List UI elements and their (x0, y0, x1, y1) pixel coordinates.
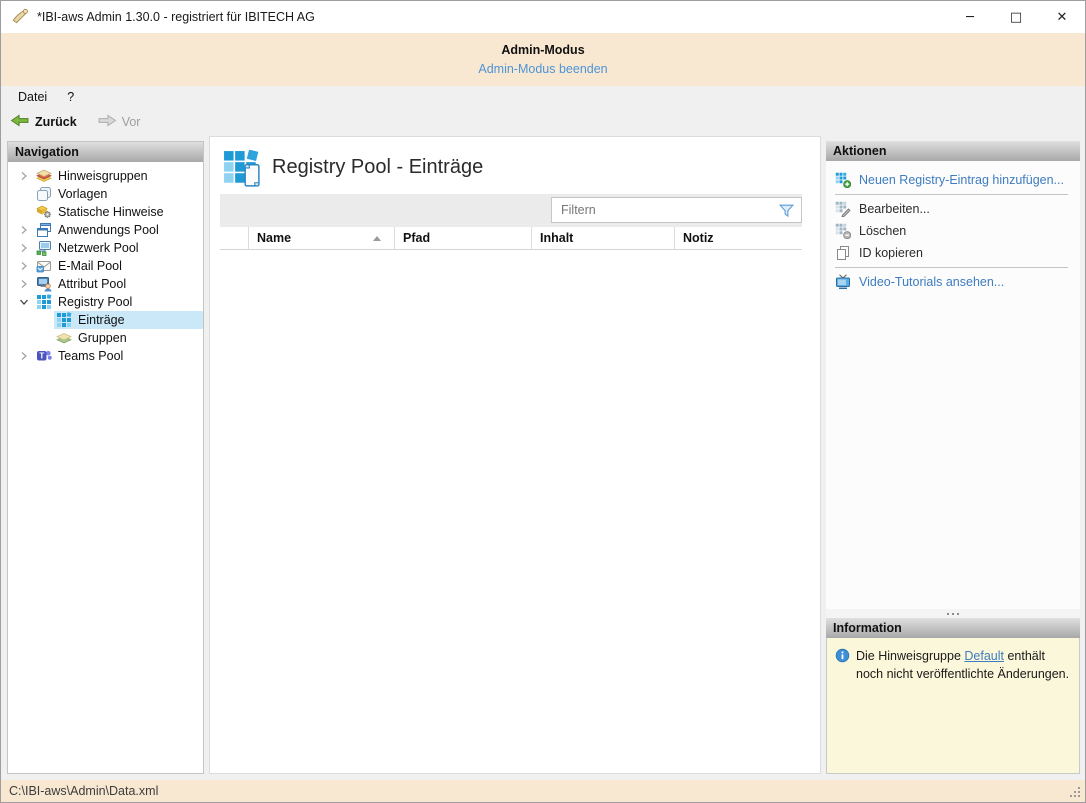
nav-item-hinweisgruppen[interactable]: Hinweisgruppen (8, 167, 203, 185)
maximize-button[interactable]: □ (993, 1, 1039, 33)
table-corner-cell (220, 227, 248, 249)
nav-item-registry-pool[interactable]: Registry Pool (8, 293, 203, 311)
actions-list: Neuen Registry-Eintrag hinzufügen... Bea… (826, 161, 1080, 609)
back-button[interactable]: Zurück (6, 111, 81, 133)
email-pool-icon (36, 258, 52, 274)
filter-input[interactable] (552, 203, 778, 217)
chevron-right-icon[interactable] (16, 348, 34, 364)
info-icon (835, 648, 850, 663)
nav-item-attribut-pool[interactable]: Attribut Pool (8, 275, 203, 293)
video-tutorials-icon (835, 274, 851, 290)
actions-separator (835, 267, 1068, 268)
forward-button-label: Vor (122, 115, 141, 129)
navigation-panel: Navigation Hinweisgruppen Vorlagen Stati… (7, 141, 204, 774)
window-title: *IBI-aws Admin 1.30.0 - registriert für … (37, 10, 315, 24)
registry-add-icon (835, 172, 851, 188)
admin-mode-banner: Admin-Modus Admin-Modus beenden (1, 33, 1085, 86)
nav-item-gruppen[interactable]: Gruppen (8, 329, 203, 347)
minimize-button[interactable]: ─ (947, 1, 993, 33)
nav-item-teams-pool[interactable]: T Teams Pool (8, 347, 203, 365)
right-panel: Aktionen Neuen Registry-Eintrag hinzufüg… (826, 141, 1080, 774)
chevron-right-icon[interactable] (16, 258, 34, 274)
aktionen-header: Aktionen (826, 141, 1080, 161)
information-message: Die Hinweisgruppe Default enthält noch n… (856, 647, 1071, 683)
menu-help[interactable]: ? (57, 87, 84, 107)
nav-item-vorlagen[interactable]: Vorlagen (8, 185, 203, 203)
table-body-empty (220, 250, 802, 773)
titlebar: *IBI-aws Admin 1.30.0 - registriert für … (1, 1, 1085, 33)
static-notices-icon (36, 204, 52, 220)
chevron-right-icon[interactable] (16, 240, 34, 256)
statusbar: C:\IBI-aws\Admin\Data.xml (1, 780, 1085, 802)
groups-icon (56, 330, 72, 346)
templates-icon (36, 186, 52, 202)
admin-mode-title: Admin-Modus (1, 43, 1085, 57)
chevron-down-icon[interactable] (16, 294, 34, 310)
registry-delete-icon (835, 223, 851, 239)
forward-button[interactable]: Vor (93, 111, 145, 133)
teams-pool-icon: T (36, 348, 52, 364)
action-video-tutorials[interactable]: Video-Tutorials ansehen... (826, 271, 1080, 293)
menubar: Datei ? (1, 86, 1085, 108)
column-header-pfad[interactable]: Pfad (394, 227, 531, 249)
forward-arrow-icon (97, 113, 117, 131)
sort-asc-icon (373, 236, 381, 241)
admin-mode-exit-link[interactable]: Admin-Modus beenden (478, 62, 607, 76)
page-title: Registry Pool - Einträge (272, 150, 483, 179)
nav-item-netzwerk-pool[interactable]: Netzwerk Pool (8, 239, 203, 257)
column-header-name[interactable]: Name (248, 227, 394, 249)
action-loeschen[interactable]: Löschen (826, 220, 1080, 242)
action-id-kopieren[interactable]: ID kopieren (826, 242, 1080, 264)
back-arrow-icon (10, 113, 30, 131)
svg-text:T: T (39, 351, 44, 360)
statusbar-file-path: C:\IBI-aws\Admin\Data.xml (9, 784, 158, 798)
main-title-row: Registry Pool - Einträge (210, 137, 820, 189)
action-add-registry-entry[interactable]: Neuen Registry-Eintrag hinzufügen... (826, 169, 1080, 191)
navigation-tree: Hinweisgruppen Vorlagen Statische Hinwei… (8, 162, 203, 365)
column-header-notiz[interactable]: Notiz (674, 227, 802, 249)
close-button[interactable]: ✕ (1039, 1, 1085, 33)
filter-strip (220, 194, 802, 227)
information-panel: Die Hinweisgruppe Default enthält noch n… (826, 638, 1080, 774)
action-bearbeiten[interactable]: Bearbeiten... (826, 198, 1080, 220)
main-panel: Registry Pool - Einträge Name Pfad Inhal… (209, 136, 821, 774)
menu-datei[interactable]: Datei (8, 87, 57, 107)
filter-box (551, 197, 802, 223)
navigation-header: Navigation (8, 142, 203, 162)
chevron-right-icon[interactable] (16, 276, 34, 292)
splitter-handle[interactable] (826, 609, 1080, 618)
window-controls: ─ □ ✕ (947, 1, 1085, 33)
default-group-link[interactable]: Default (964, 649, 1004, 663)
nav-item-statische-hinweise[interactable]: Statische Hinweise (8, 203, 203, 221)
registry-pool-icon (36, 294, 52, 310)
network-pool-icon (36, 240, 52, 256)
toolbar: Zurück Vor (1, 108, 1085, 136)
copy-id-icon (835, 245, 851, 261)
app-window: *IBI-aws Admin 1.30.0 - registriert für … (0, 0, 1086, 803)
column-header-inhalt[interactable]: Inhalt (531, 227, 674, 249)
information-header: Information (826, 618, 1080, 638)
application-pool-icon (36, 222, 52, 238)
chevron-right-icon[interactable] (16, 222, 34, 238)
notice-groups-icon (36, 168, 52, 184)
content-area: Navigation Hinweisgruppen Vorlagen Stati… (1, 136, 1085, 780)
registry-entries-large-icon (223, 150, 261, 188)
nav-item-email-pool[interactable]: E-Mail Pool (8, 257, 203, 275)
chevron-right-icon[interactable] (16, 168, 34, 184)
registry-edit-icon (835, 201, 851, 217)
app-icon (11, 8, 29, 26)
actions-separator (835, 194, 1068, 195)
nav-item-anwendungs-pool[interactable]: Anwendungs Pool (8, 221, 203, 239)
attribute-pool-icon (36, 276, 52, 292)
filter-funnel-icon[interactable] (778, 202, 795, 219)
back-button-label: Zurück (35, 115, 77, 129)
registry-entries-icon (56, 312, 72, 328)
table-header: Name Pfad Inhalt Notiz (220, 227, 802, 250)
resize-grip-icon[interactable] (1068, 785, 1082, 799)
nav-item-eintraege[interactable]: Einträge (8, 311, 203, 329)
